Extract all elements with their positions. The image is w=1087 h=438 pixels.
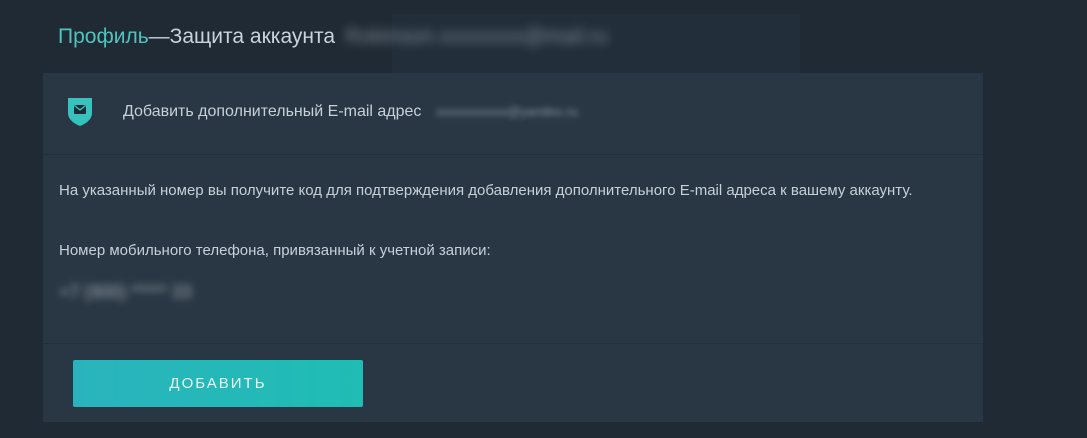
card-body: На указанный номер вы получите код для п…: [43, 156, 983, 344]
confirmation-description: На указанный номер вы получите код для п…: [59, 182, 913, 199]
section-title: Защита аккаунта: [169, 25, 336, 48]
new-email-blurred: xxxxxxxxxxx@yandex.ru: [435, 104, 578, 119]
add-button[interactable]: ДОБАВИТЬ: [73, 360, 363, 407]
card-footer: ДОБАВИТЬ: [43, 345, 983, 422]
title-separator: —: [148, 25, 170, 48]
card-header: Добавить дополнительный E-mail адрес xxx…: [43, 73, 983, 155]
page-title: Профиль — Защита аккаунта Robinson.xxxxx…: [58, 22, 608, 52]
add-email-card: Добавить дополнительный E-mail адрес xxx…: [43, 73, 983, 422]
profile-link[interactable]: Профиль: [58, 25, 149, 49]
card-heading: Добавить дополнительный E-mail адрес: [123, 103, 422, 120]
card-heading-row: Добавить дополнительный E-mail адрес xxx…: [123, 103, 578, 121]
phone-number-blurred: +7 (900) ***** 33: [59, 282, 192, 302]
shield-mail-icon: [68, 98, 92, 126]
page: Профиль — Защита аккаунта Robinson.xxxxx…: [0, 0, 1087, 438]
account-email-blurred: Robinson.xxxxxxxx@mail.ru: [345, 25, 608, 48]
phone-label: Номер мобильного телефона, привязанный к…: [59, 242, 491, 259]
